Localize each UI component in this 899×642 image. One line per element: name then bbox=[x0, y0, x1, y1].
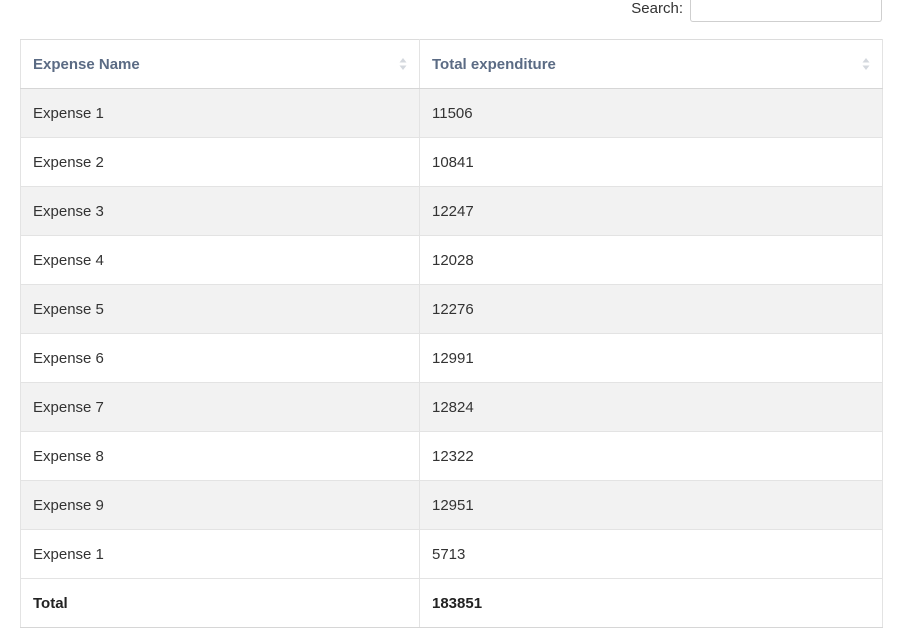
table-row: Expense 2 10841 bbox=[20, 137, 883, 187]
expense-name-cell: Expense 3 bbox=[20, 186, 420, 236]
table-row: Expense 9 12951 bbox=[20, 480, 883, 530]
expense-total-cell: 11506 bbox=[419, 88, 883, 138]
expense-name-cell: Expense 7 bbox=[20, 382, 420, 432]
expense-name-cell: Expense 9 bbox=[20, 480, 420, 530]
table-row: Expense 8 12322 bbox=[20, 431, 883, 481]
column-header-label: Total expenditure bbox=[432, 55, 556, 73]
expense-total-cell: 12276 bbox=[419, 284, 883, 334]
total-value-cell: 183851 bbox=[419, 578, 883, 628]
header-row: Expense Name Total expenditure bbox=[20, 39, 883, 89]
expense-total-cell: 12322 bbox=[419, 431, 883, 481]
table-header: Expense Name Total expenditure bbox=[20, 39, 883, 89]
expense-name-cell: Expense 6 bbox=[20, 333, 420, 383]
table-row: Expense 1 5713 bbox=[20, 529, 883, 579]
table-row: Expense 1 11506 bbox=[20, 88, 883, 138]
search-area: Search: bbox=[631, 0, 882, 24]
expense-name-cell: Expense 8 bbox=[20, 431, 420, 481]
column-header-expense-name[interactable]: Expense Name bbox=[20, 39, 420, 89]
table-row: Expense 5 12276 bbox=[20, 284, 883, 334]
expense-name-cell: Expense 4 bbox=[20, 235, 420, 285]
column-header-total-expenditure[interactable]: Total expenditure bbox=[419, 39, 883, 89]
table-row: Expense 7 12824 bbox=[20, 382, 883, 432]
column-header-label: Expense Name bbox=[33, 55, 140, 73]
expense-total-cell: 12991 bbox=[419, 333, 883, 383]
expense-total-cell: 5713 bbox=[419, 529, 883, 579]
expense-total-cell: 12824 bbox=[419, 382, 883, 432]
expense-total-cell: 12951 bbox=[419, 480, 883, 530]
expense-name-cell: Expense 1 bbox=[20, 529, 420, 579]
expense-table: Expense Name Total expenditure Expense 1… bbox=[20, 39, 883, 628]
expense-total-cell: 12247 bbox=[419, 186, 883, 236]
expense-name-cell: Expense 5 bbox=[20, 284, 420, 334]
table-footer: Total 183851 bbox=[20, 578, 883, 628]
search-label: Search: bbox=[631, 0, 683, 17]
table-row: Expense 6 12991 bbox=[20, 333, 883, 383]
table-body: Expense 1 11506 Expense 2 10841 Expense … bbox=[20, 88, 883, 579]
sort-both-icon bbox=[862, 58, 870, 70]
total-label-cell: Total bbox=[20, 578, 420, 628]
expense-name-cell: Expense 2 bbox=[20, 137, 420, 187]
total-row: Total 183851 bbox=[20, 578, 883, 628]
table-row: Expense 3 12247 bbox=[20, 186, 883, 236]
expense-total-cell: 12028 bbox=[419, 235, 883, 285]
expense-total-cell: 10841 bbox=[419, 137, 883, 187]
search-input[interactable] bbox=[690, 0, 882, 22]
expense-name-cell: Expense 1 bbox=[20, 88, 420, 138]
sort-both-icon bbox=[399, 58, 407, 70]
table-row: Expense 4 12028 bbox=[20, 235, 883, 285]
